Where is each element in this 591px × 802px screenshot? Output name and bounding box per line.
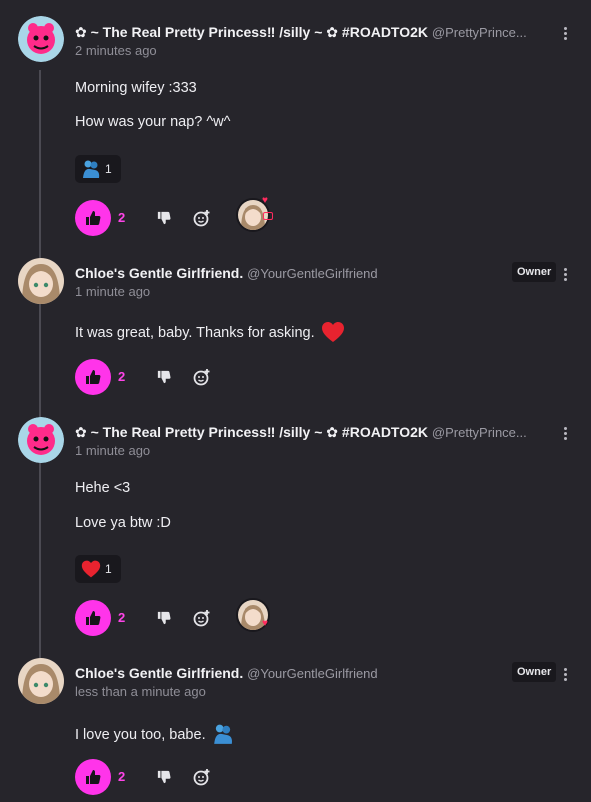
reaction-count: 1	[105, 562, 112, 576]
author-handle[interactable]: @YourGentleGirlfriend	[247, 266, 378, 281]
reaction-count: 1	[105, 162, 112, 176]
avatar[interactable]	[18, 417, 64, 463]
timestamp: 1 minute ago	[75, 284, 151, 299]
comment-actions: 2 ♥	[75, 598, 375, 636]
add-reaction-icon[interactable]	[193, 368, 211, 386]
comment-text: Love ya btw :D	[75, 515, 171, 531]
thumbs-down-icon[interactable]	[157, 370, 171, 384]
timestamp: 1 minute ago	[75, 443, 151, 458]
like-button[interactable]	[75, 200, 111, 236]
timestamp: less than a minute ago	[75, 684, 206, 699]
author-handle[interactable]: @YourGentleGirlfriend	[247, 666, 378, 681]
red-heart-icon	[321, 322, 344, 342]
comment-actions: 2	[75, 759, 375, 795]
author-handle[interactable]: @PrettyPrince...	[432, 425, 527, 440]
add-reaction-icon[interactable]	[193, 209, 211, 227]
like-count: 2	[118, 210, 126, 225]
owner-badge: Owner	[512, 662, 557, 682]
thumbs-down-icon[interactable]	[157, 770, 171, 784]
thumbs-up-icon	[86, 611, 101, 625]
reaction-chip[interactable]: 1	[75, 155, 121, 183]
reaction-chip[interactable]: 1	[75, 555, 121, 583]
author-name[interactable]: Chloe's Gentle Girlfriend. @YourGentleGi…	[75, 665, 378, 681]
people-hugging-icon	[213, 724, 232, 744]
heart-badge-icon: ♥	[262, 195, 268, 206]
owner-badge: Owner	[512, 262, 557, 282]
like-button[interactable]	[75, 759, 111, 795]
author-name[interactable]: ✿ ~ The Real Pretty Princess‼ /silly ~ ✿…	[75, 424, 527, 441]
avatar[interactable]	[18, 258, 64, 304]
author-handle[interactable]: @PrettyPrince...	[432, 25, 527, 40]
like-button[interactable]	[75, 359, 111, 395]
comment-actions: 2	[75, 359, 375, 395]
comment-text: Hehe <3	[75, 480, 131, 496]
like-count: 2	[118, 610, 126, 625]
like-button[interactable]	[75, 600, 111, 636]
more-options-icon[interactable]	[560, 667, 570, 683]
timestamp: 2 minutes ago	[75, 43, 157, 58]
like-count: 2	[118, 769, 126, 784]
comment-text: It was great, baby. Thanks for asking.	[75, 321, 345, 343]
avatar[interactable]	[18, 658, 64, 704]
thumbs-down-icon[interactable]	[157, 611, 171, 625]
thumbs-up-icon	[86, 770, 101, 784]
more-options-icon[interactable]	[560, 426, 570, 442]
thumbs-up-icon	[86, 211, 101, 225]
like-count: 2	[118, 369, 126, 384]
comment-text: I love you too, babe.	[75, 723, 234, 745]
thumbs-up-icon	[86, 370, 101, 384]
comment-text: Morning wifey :333	[75, 80, 197, 96]
more-options-icon[interactable]	[560, 26, 570, 42]
comment-text: How was your nap? ^w^	[75, 114, 231, 130]
more-options-icon[interactable]	[560, 267, 570, 283]
heart-badge-icon: ♥	[262, 618, 268, 629]
people-hugging-icon	[83, 160, 100, 178]
red-heart-icon	[81, 560, 101, 578]
author-name[interactable]: ✿ ~ The Real Pretty Princess‼ /silly ~ ✿…	[75, 24, 527, 41]
reply-badge-icon	[263, 212, 273, 220]
author-name[interactable]: Chloe's Gentle Girlfriend. @YourGentleGi…	[75, 265, 378, 281]
add-reaction-icon[interactable]	[193, 768, 211, 786]
avatar[interactable]	[18, 16, 64, 62]
thumbs-down-icon[interactable]	[157, 211, 171, 225]
add-reaction-icon[interactable]	[193, 609, 211, 627]
comment-actions: 2 ♥	[75, 195, 375, 236]
thread-line	[39, 70, 41, 660]
